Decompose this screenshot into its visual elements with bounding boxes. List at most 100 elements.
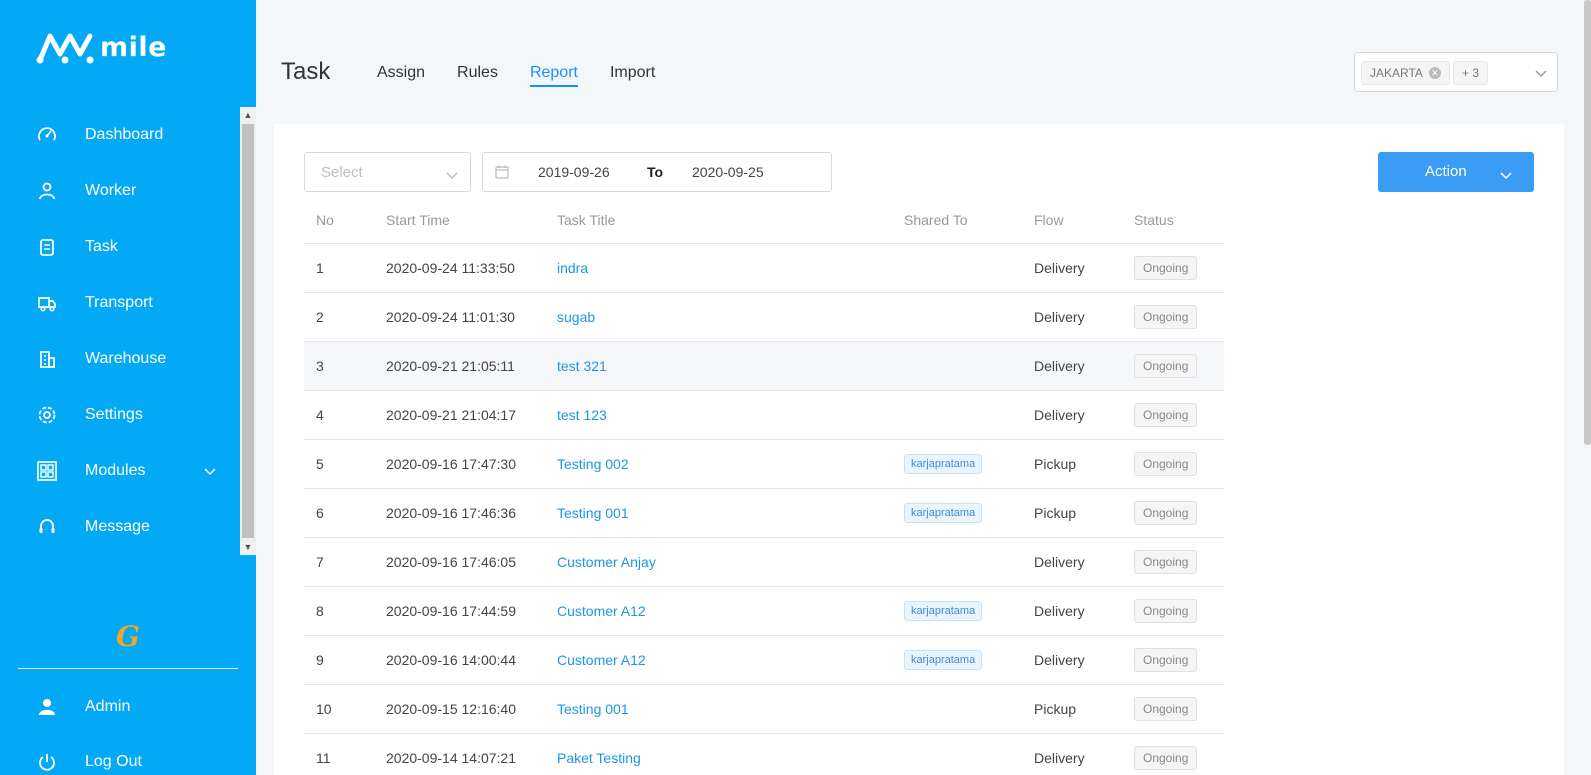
task-title-link[interactable]: Customer A12 <box>557 603 646 619</box>
status-badge: Ongoing <box>1134 746 1198 770</box>
scroll-down-icon[interactable]: ▼ <box>240 539 256 555</box>
table-row[interactable]: 1 2020-09-24 11:33:50 indra Delivery Ongoing <box>304 244 1224 293</box>
chevron-down-icon[interactable] <box>1535 65 1547 83</box>
task-title-link[interactable]: test 321 <box>557 358 607 374</box>
sidebar-item-logout[interactable]: Log Out <box>0 742 240 775</box>
table-row[interactable]: 5 2020-09-16 17:47:30 Testing 002 karjaprat… <box>304 440 1224 489</box>
sidebar-nav: Dashboard Worker Task Transport Warehous… <box>0 107 240 555</box>
tab-import[interactable]: Import <box>610 64 655 87</box>
date-range-picker[interactable]: 2019-09-26 To 2020-09-25 <box>482 152 832 192</box>
cell-start-time: 2020-09-16 14:00:44 <box>386 652 516 668</box>
app-name: mile <box>100 31 167 63</box>
cell-start-time: 2020-09-21 21:05:11 <box>386 358 515 374</box>
task-title-link[interactable]: Customer A12 <box>557 652 646 668</box>
sidebar-item-transport[interactable]: Transport <box>0 275 240 331</box>
task-title-link[interactable]: test 123 <box>557 407 607 423</box>
sidebar-item-task[interactable]: Task <box>0 219 240 275</box>
table-row[interactable]: 4 2020-09-21 21:04:17 test 123 Delivery Ongo… <box>304 391 1224 440</box>
cell-start-time: 2020-09-21 21:04:17 <box>386 407 516 423</box>
task-title-link[interactable]: Customer Anjay <box>557 554 656 570</box>
table-row[interactable]: 10 2020-09-15 12:16:40 Testing 001 Pickup On… <box>304 685 1224 734</box>
close-icon[interactable]: ✕ <box>1428 67 1441 79</box>
task-title-link[interactable]: sugab <box>557 309 595 325</box>
cell-flow: Pickup <box>1034 701 1077 717</box>
calendar-icon <box>495 165 509 184</box>
status-badge: Ongoing <box>1134 354 1198 378</box>
scroll-up-icon[interactable]: ▲ <box>240 107 256 123</box>
table-row[interactable]: 11 2020-09-14 14:07:21 Paket Testing Delive… <box>304 734 1224 775</box>
page-scrollbar[interactable] <box>1584 0 1591 775</box>
brand-mark: G <box>116 620 140 653</box>
cell-no: 1 <box>316 260 324 276</box>
date-start-input[interactable]: 2019-09-26 <box>538 164 610 180</box>
cell-flow: Delivery <box>1034 652 1085 668</box>
tab-rules[interactable]: Rules <box>457 64 498 87</box>
cell-flow: Delivery <box>1034 358 1085 374</box>
cell-flow: Delivery <box>1034 603 1085 619</box>
filter-select[interactable]: Select <box>304 152 471 192</box>
tab-report[interactable]: Report <box>529 64 578 87</box>
chevron-down-icon <box>446 167 458 185</box>
status-badge: Ongoing <box>1134 501 1198 525</box>
cell-flow: Delivery <box>1034 407 1085 423</box>
table-row[interactable]: 3 2020-09-21 21:05:11 test 321 Delivery Ongo… <box>304 342 1224 391</box>
sidebar-item-label: Warehouse <box>85 350 167 367</box>
sidebar-item-admin[interactable]: Admin <box>0 687 240 727</box>
task-title-link[interactable]: Testing 001 <box>557 505 629 521</box>
table-row[interactable]: 8 2020-09-16 17:44:59 Customer A12 karjapra… <box>304 587 1224 636</box>
sidebar-item-settings[interactable]: Settings <box>0 387 240 443</box>
truck-icon <box>36 292 58 314</box>
cell-start-time: 2020-09-16 17:46:05 <box>386 554 516 570</box>
chevron-down-icon <box>1500 167 1512 185</box>
action-button[interactable]: Action <box>1378 152 1534 192</box>
cell-no: 8 <box>316 603 324 619</box>
modules-icon <box>36 460 58 482</box>
cell-start-time: 2020-09-24 11:33:50 <box>386 260 515 276</box>
status-badge: Ongoing <box>1134 452 1198 476</box>
task-report-table: No Start Time Task Title Shared To Flow … <box>304 202 1224 775</box>
task-icon <box>36 236 58 258</box>
chevron-down-icon[interactable] <box>204 463 216 481</box>
scrollbar-thumb[interactable] <box>242 124 254 538</box>
sidebar-item-worker[interactable]: Worker <box>0 163 240 219</box>
select-placeholder: Select <box>321 164 363 181</box>
task-title-link[interactable]: Testing 002 <box>557 456 629 472</box>
task-title-link[interactable]: indra <box>557 260 588 276</box>
mile-logo-icon <box>36 33 94 64</box>
status-badge: Ongoing <box>1134 550 1198 574</box>
date-end-input[interactable]: 2020-09-25 <box>692 164 764 180</box>
cell-no: 3 <box>316 358 324 374</box>
region-tag: JAKARTA ✕ <box>1361 61 1450 85</box>
table-row[interactable]: 7 2020-09-16 17:46:05 Customer Anjay Delive… <box>304 538 1224 587</box>
scrollbar-thumb[interactable] <box>1584 0 1591 445</box>
task-title-link[interactable]: Paket Testing <box>557 750 641 766</box>
table-header: No Start Time Task Title Shared To Flow … <box>304 202 1224 244</box>
page-title: Task <box>281 58 331 85</box>
task-title-link[interactable]: Testing 001 <box>557 701 629 717</box>
table-row[interactable]: 9 2020-09-16 14:00:44 Customer A12 karjapra… <box>304 636 1224 685</box>
sidebar-item-message[interactable]: Message <box>0 499 240 555</box>
cell-start-time: 2020-09-16 17:47:30 <box>386 456 516 472</box>
date-range-separator: To <box>647 164 664 180</box>
sidebar-item-dashboard[interactable]: Dashboard <box>0 107 240 163</box>
region-select[interactable]: JAKARTA ✕ + 3 <box>1354 52 1558 92</box>
headset-icon <box>36 516 58 538</box>
cell-flow: Delivery <box>1034 260 1085 276</box>
region-tag-label: JAKARTA <box>1370 66 1423 80</box>
cell-no: 2 <box>316 309 324 325</box>
cell-no: 4 <box>316 407 324 423</box>
sidebar-scrollbar[interactable]: ▲ ▼ <box>240 107 256 555</box>
column-header-shared-to: Shared To <box>904 212 968 228</box>
table-row[interactable]: 2 2020-09-24 11:01:30 sugab Delivery Ongoing <box>304 293 1224 342</box>
tab-assign[interactable]: Assign <box>377 64 425 87</box>
cell-start-time: 2020-09-16 17:44:59 <box>386 603 516 619</box>
status-badge: Ongoing <box>1134 403 1198 427</box>
cell-start-time: 2020-09-24 11:01:30 <box>386 309 515 325</box>
app-logo[interactable]: mile <box>36 30 167 64</box>
table-row[interactable]: 6 2020-09-16 17:46:36 Testing 001 karjaprat… <box>304 489 1224 538</box>
cell-flow: Delivery <box>1034 309 1085 325</box>
status-badge: Ongoing <box>1134 697 1198 721</box>
sidebar-item-modules[interactable]: Modules <box>0 443 240 499</box>
status-badge: Ongoing <box>1134 305 1198 329</box>
sidebar-item-warehouse[interactable]: Warehouse <box>0 331 240 387</box>
